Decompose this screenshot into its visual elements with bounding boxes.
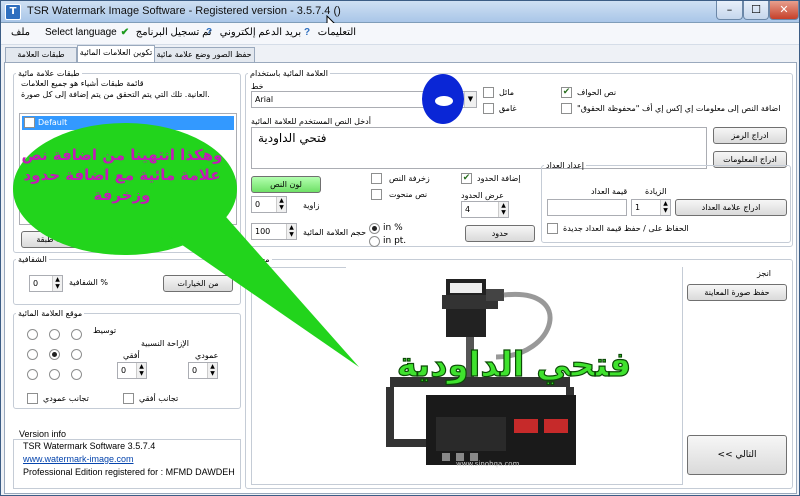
maximize-button[interactable]: ☐ — [743, 1, 769, 20]
insert-symbol-button[interactable]: ادراج الرمز — [713, 127, 787, 144]
menu-support-label: بريد الدعم إلكتروني — [219, 27, 302, 38]
registration-line: Professional Edition registered for : MF… — [23, 467, 235, 477]
tab-save-images[interactable]: حفظ الصور وضع علامة مائية كما — [153, 47, 255, 72]
edge-text-label: نص الحواف — [577, 88, 617, 97]
italic-checkbox[interactable] — [483, 87, 494, 98]
pt-label: in pt. — [383, 236, 407, 246]
size-unit-pt-radio[interactable] — [369, 236, 380, 247]
border-button[interactable]: حدود — [465, 225, 535, 242]
annotation-blob — [422, 74, 464, 124]
size-unit-percent-radio[interactable] — [369, 223, 380, 234]
increment-input[interactable]: 1 ▲ ▼ — [631, 199, 671, 216]
position-radio-bc[interactable] — [49, 369, 60, 380]
mirror-horizontal-label: تجانب أفقي — [139, 394, 179, 403]
menu-support-email[interactable]: ? بريد الدعم إلكتروني — [203, 27, 301, 39]
increment-label: الزيادة — [645, 187, 667, 196]
bold-checkbox[interactable] — [483, 103, 494, 114]
carved-text-label: نص منحوت — [389, 190, 428, 199]
menu-registered-label: تم تسجيل البرنامج — [135, 27, 212, 38]
insert-counter-label: ادراج علامة العداد — [701, 203, 761, 212]
mirror-horizontal-checkbox[interactable] — [123, 393, 134, 404]
svg-text:www.sinohqa.com: www.sinohqa.com — [456, 460, 520, 468]
edge-text-checkbox[interactable]: ✔ — [561, 87, 572, 98]
tab-configure-watermarks[interactable]: تكوين العلامات المائية — [77, 45, 155, 62]
preview-image: www.sinohqa.com فتحي الداودية — [346, 267, 682, 473]
font-label: خط — [251, 82, 264, 91]
app-window: T TSR Watermark Image Software - Registe… — [0, 0, 800, 496]
spinner-icon[interactable]: ▲ ▼ — [660, 200, 670, 215]
minimize-button[interactable]: – — [716, 1, 743, 20]
next-button-label: << التالي — [717, 450, 757, 460]
exif-copyright-label: "اضافة النص إلى معلومات إي إكس إي أف "مح… — [577, 104, 781, 113]
close-button[interactable]: ✕ — [769, 1, 799, 20]
counter-title: إعداد العداد — [546, 161, 585, 170]
spinner-icon[interactable]: ▲ ▼ — [498, 202, 508, 217]
version-title: Version info — [19, 429, 67, 439]
layers-desc-2: العانية. تلك التي يتم التحقق من يتم إضاف… — [21, 90, 210, 99]
border-button-label: حدود — [491, 229, 509, 238]
menu-registered[interactable]: ✔ تم تسجيل البرنامج — [119, 27, 212, 39]
italic-label: مائل — [499, 88, 515, 97]
border-width-input[interactable]: 4 ▲ ▼ — [461, 201, 509, 218]
tab-strip: حفظ الصور وضع علامة مائية كما تكوين العل… — [1, 45, 799, 72]
keep-counter-checkbox[interactable] — [547, 223, 558, 234]
next-button[interactable]: << التالي — [687, 435, 787, 475]
watermark-overlay-text: فتحي الداودية — [396, 344, 632, 385]
save-preview-label: حفظ صورة المعاينة — [704, 288, 770, 297]
ready-label: انجز — [757, 269, 772, 278]
help-icon: ? — [303, 27, 311, 38]
border-width-value: 4 — [465, 205, 471, 214]
decorate-text-checkbox[interactable] — [371, 173, 382, 184]
position-radio-br[interactable] — [71, 369, 82, 380]
font-value: Arial — [255, 95, 274, 104]
layers-desc-1: قائمة طبقات أشياء هو جميع العلامات — [21, 79, 144, 88]
mirror-vertical-label: تجانب عمودي — [43, 394, 89, 403]
layers-title: طبقات علامة مائية — [18, 69, 80, 78]
decorate-text-label: زخرفة النص — [389, 174, 430, 183]
position-radio-bl[interactable] — [27, 369, 38, 380]
bold-label: غامق — [499, 104, 517, 113]
menu-help-label: التعليمات — [317, 27, 357, 38]
carved-text-checkbox[interactable] — [371, 189, 382, 200]
border-width-label: عرض الحدود — [461, 191, 504, 200]
checkmark-icon: ✔ — [120, 27, 130, 38]
menu-help[interactable]: ? التعليمات — [301, 27, 356, 39]
insert-counter-button[interactable]: ادراج علامة العداد — [675, 199, 787, 216]
website-link[interactable]: www.watermark-image.com — [23, 454, 134, 464]
app-icon: T — [5, 4, 21, 20]
add-border-label: إضافة الحدود — [477, 174, 521, 183]
counter-value-label: قيمة العداد — [591, 187, 628, 196]
tab-watermark-layers[interactable]: طبقات العلامة المائية — [5, 47, 77, 72]
watermark-text-title: العلامة المائية باستخدام — [250, 69, 328, 78]
menu-select-language[interactable]: Select language — [45, 27, 117, 38]
callout-text: وهكذا انتهينا من اضافة نص علامة مائية مع… — [21, 146, 223, 204]
insert-symbol-label: ادراج الرمز — [731, 131, 769, 140]
window-title: TSR Watermark Image Software - Registere… — [27, 5, 341, 17]
mirror-vertical-checkbox[interactable] — [27, 393, 38, 404]
keep-counter-label: الحفاظ على / حفظ قيمة العداد جديدة — [563, 224, 689, 233]
add-border-checkbox[interactable]: ✔ — [461, 173, 472, 184]
version-line: TSR Watermark Software 3.5.7.4 — [23, 441, 156, 451]
exif-copyright-checkbox[interactable] — [561, 103, 572, 114]
increment-value: 1 — [635, 203, 641, 212]
percent-label: in % — [383, 223, 403, 233]
save-preview-button[interactable]: حفظ صورة المعاينة — [687, 284, 787, 301]
title-bar: T TSR Watermark Image Software - Registe… — [1, 1, 799, 23]
menu-bar: ? التعليمات ? بريد الدعم إلكتروني ✔ تم ت… — [1, 23, 799, 45]
menu-file[interactable]: ملف — [11, 27, 30, 38]
counter-value-input[interactable] — [547, 199, 627, 216]
